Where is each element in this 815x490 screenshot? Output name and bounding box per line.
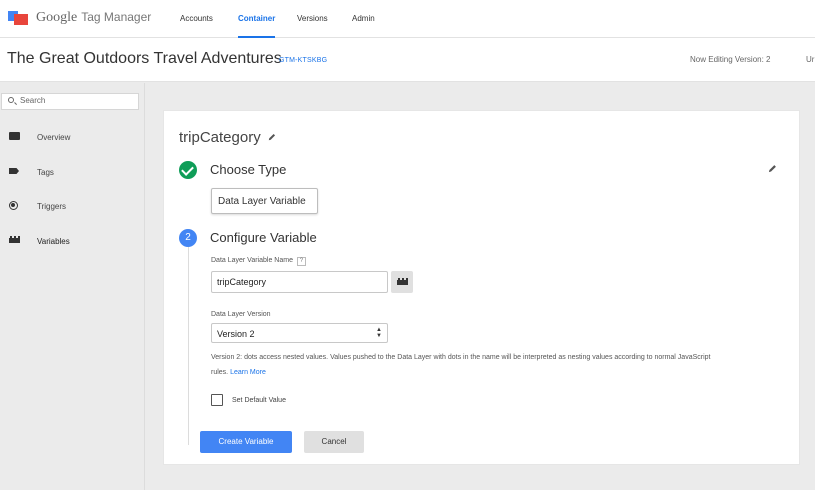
container-id-link[interactable]: GTM-KTSKBG — [279, 57, 327, 64]
sidebar-item-label: Triggers — [37, 202, 67, 211]
top-nav-bar: Google Tag Manager Accounts Container Ver… — [0, 0, 815, 38]
sidebar-item-label: Variables — [37, 237, 70, 246]
dl-version-value: Version 2 — [217, 329, 255, 339]
variable-brick-icon — [397, 278, 408, 285]
gtm-logo[interactable]: Google Tag Manager — [8, 10, 151, 26]
tag-icon — [9, 168, 19, 174]
truncated-status: Ur — [806, 55, 815, 64]
sidebar-item-label: Tags — [37, 168, 54, 177]
learn-more-link[interactable]: Learn More — [230, 369, 266, 376]
sidebar-item-triggers[interactable]: Triggers — [0, 197, 145, 217]
create-variable-button[interactable]: Create Variable — [200, 431, 292, 453]
step2-title: Configure Variable — [210, 230, 317, 245]
editing-version-status: Now Editing Version: 2 — [690, 55, 771, 64]
sidebar-item-tags[interactable]: Tags — [0, 163, 145, 183]
default-value-label: Set Default Value — [232, 397, 286, 404]
cancel-button[interactable]: Cancel — [304, 431, 364, 453]
variables-icon — [9, 236, 20, 243]
dlv-name-input[interactable] — [217, 277, 382, 287]
variable-type-box[interactable]: Data Layer Variable — [211, 188, 318, 214]
gtm-logo-icon — [8, 10, 28, 26]
nav-tab-versions[interactable]: Versions — [297, 14, 328, 23]
default-value-checkbox[interactable] — [211, 394, 223, 406]
dlv-name-label: Data Layer Variable Name? — [211, 257, 306, 266]
nav-tab-admin[interactable]: Admin — [352, 14, 375, 23]
search-input[interactable] — [20, 96, 130, 105]
search-box[interactable] — [1, 93, 139, 110]
trigger-icon — [9, 201, 18, 210]
edit-name-pencil-icon[interactable] — [268, 133, 276, 141]
variable-name-title: tripCategory — [179, 129, 261, 146]
nav-tab-container[interactable]: Container — [238, 14, 276, 38]
sidebar-item-overview[interactable]: Overview — [0, 128, 145, 148]
variable-type-label: Data Layer Variable — [218, 196, 306, 207]
step-divider-line — [188, 247, 189, 445]
version-help-text: Version 2: dots access nested values. Va… — [211, 354, 711, 376]
variable-editor-card: tripCategory Choose Type Data Layer Vari… — [163, 110, 800, 465]
sidebar-item-label: Overview — [37, 133, 71, 142]
container-header: The Great Outdoors Travel Adventures GTM… — [0, 38, 815, 82]
sidebar-item-variables[interactable]: Variables — [0, 232, 145, 252]
container-title: The Great Outdoors Travel Adventures — [7, 50, 282, 67]
step1-title: Choose Type — [210, 162, 287, 177]
step-complete-check-icon — [179, 161, 197, 179]
sidebar: Overview Tags Triggers Variables — [0, 83, 145, 490]
dlv-name-field[interactable] — [211, 271, 388, 293]
help-icon[interactable]: ? — [296, 257, 306, 266]
nav-tab-accounts[interactable]: Accounts — [180, 14, 213, 23]
search-icon — [8, 97, 14, 103]
select-arrows-icon: ▲ ▼ — [376, 327, 382, 339]
logo-text: Google Tag Manager — [36, 10, 152, 25]
step2-number-badge: 2 — [179, 229, 197, 247]
insert-variable-button[interactable] — [391, 271, 413, 293]
overview-icon — [9, 132, 20, 140]
dl-version-select[interactable]: Version 2 ▲ ▼ — [211, 323, 388, 343]
dl-version-label: Data Layer Version — [211, 311, 271, 318]
edit-type-pencil-icon[interactable] — [768, 164, 777, 173]
